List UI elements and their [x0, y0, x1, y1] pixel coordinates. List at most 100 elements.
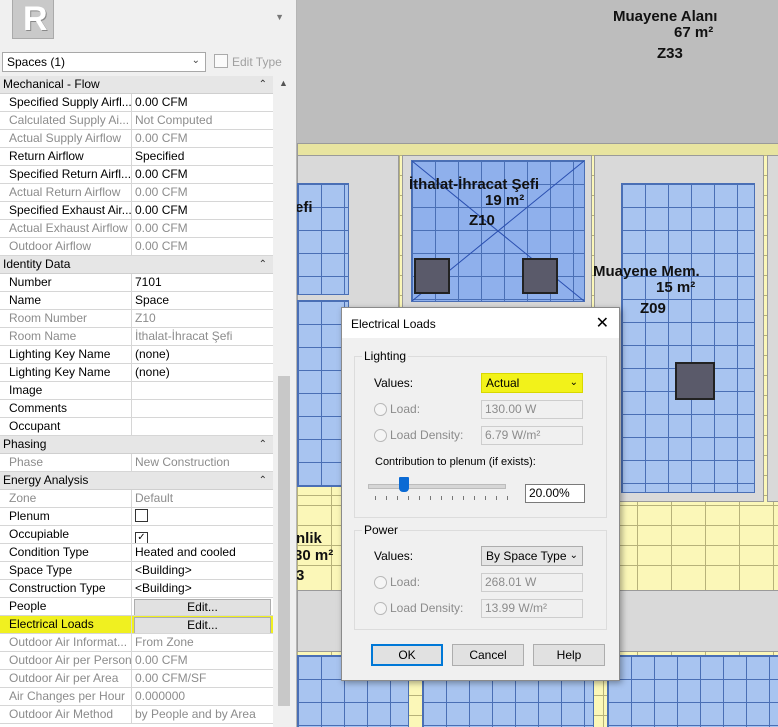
property-group-header[interactable]: Mechanical - Flow ⌃ [0, 76, 273, 94]
lighting-density-field[interactable]: 6.79 W/m² [481, 426, 583, 445]
property-name: Room Name [0, 328, 132, 345]
property-value[interactable]: (none) [131, 364, 273, 381]
property-row[interactable]: People Edit... [0, 598, 273, 616]
property-value[interactable] [131, 382, 273, 399]
wall [767, 155, 778, 502]
property-value[interactable]: (none) [131, 346, 273, 363]
power-values-dropdown[interactable]: By Space Type ⌄ [481, 546, 583, 566]
property-row[interactable]: Number 7101 [0, 274, 273, 292]
help-button[interactable]: Help [533, 644, 605, 666]
slider-tick [375, 496, 376, 500]
lighting-values-dropdown[interactable]: Actual ⌄ [481, 373, 583, 393]
type-selector-dropdown[interactable]: Spaces (1) ⌄ [2, 52, 206, 72]
light-fixture[interactable] [675, 362, 715, 400]
property-value[interactable]: Heated and cooled [131, 544, 273, 561]
property-row[interactable]: Lighting Key Name (none) [0, 346, 273, 364]
property-row[interactable]: Space Type <Building> [0, 562, 273, 580]
ok-button[interactable]: OK [371, 644, 443, 666]
cancel-button[interactable]: Cancel [452, 644, 524, 666]
property-row[interactable]: Name Space [0, 292, 273, 310]
property-row[interactable]: Condition Type Heated and cooled [0, 544, 273, 562]
lighting-density-radio[interactable] [374, 429, 387, 442]
edit-button[interactable]: Edit... [134, 617, 271, 633]
property-value[interactable]: 7101 [131, 274, 273, 291]
property-value[interactable] [131, 508, 273, 525]
property-value[interactable]: ✓ [131, 526, 273, 543]
property-value[interactable]: Edit... [131, 616, 273, 633]
scroll-up-icon[interactable]: ▲ [279, 78, 288, 88]
slider-tick [397, 496, 398, 500]
property-value[interactable]: Space [131, 292, 273, 309]
scrollbar-thumb[interactable] [278, 376, 290, 706]
property-name: Air Changes per Hour [0, 688, 132, 705]
property-row[interactable]: Comments [0, 400, 273, 418]
property-row[interactable]: Occupiable ✓ [0, 526, 273, 544]
property-row: Room Number Z10 [0, 310, 273, 328]
light-fixture[interactable] [522, 258, 558, 294]
room-bottom-3[interactable] [607, 655, 778, 727]
property-row[interactable]: Electrical Loads Edit... [0, 616, 273, 634]
contribution-field[interactable]: 20.00% [525, 484, 585, 503]
collapse-icon[interactable]: ⌃ [259, 256, 267, 273]
dialog-titlebar[interactable]: Electrical Loads ✕ [342, 308, 619, 338]
room-name-label: İthalat-İhracat Şefi [409, 176, 540, 193]
property-row[interactable]: Specified Supply Airfl... 0.00 CFM [0, 94, 273, 112]
property-value[interactable]: 0.00 CFM [131, 202, 273, 219]
property-row[interactable]: Image [0, 382, 273, 400]
room-muayene-mem[interactable] [621, 183, 755, 493]
property-value: New Construction [131, 454, 273, 471]
unchecked-checkbox[interactable] [135, 509, 148, 522]
power-density-field[interactable]: 13.99 W/m² [481, 599, 583, 618]
light-fixture[interactable] [414, 258, 450, 294]
property-value[interactable]: <Building> [131, 580, 273, 597]
property-row[interactable]: Plenum [0, 508, 273, 526]
property-value[interactable]: Specified [131, 148, 273, 165]
close-icon[interactable]: ✕ [596, 313, 609, 333]
contribution-slider-thumb[interactable] [399, 477, 410, 492]
edit-type-button[interactable]: Edit Type [214, 54, 282, 69]
power-load-label: Load: [390, 575, 421, 589]
room-name-label: Muayene Alanı [613, 8, 718, 25]
property-value[interactable]: 0.00 CFM [131, 94, 273, 111]
property-row: Air Changes per Hour 0.000000 [0, 688, 273, 706]
property-row[interactable]: Specified Exhaust Air... 0.00 CFM [0, 202, 273, 220]
property-name: Zone [0, 490, 132, 507]
property-row[interactable]: Lighting Key Name (none) [0, 364, 273, 382]
edit-button[interactable]: Edit... [134, 599, 271, 615]
property-name: Specified Supply Airfl... [0, 94, 132, 111]
property-value: 0.00 CFM [131, 238, 273, 255]
lighting-load-field[interactable]: 130.00 W [481, 400, 583, 419]
property-value[interactable]: 0.00 CFM [131, 166, 273, 183]
slider-tick [441, 496, 442, 500]
property-group-header[interactable]: Energy Analysis ⌃ [0, 472, 273, 490]
power-load-radio[interactable] [374, 576, 387, 589]
lighting-load-radio[interactable] [374, 403, 387, 416]
property-value[interactable] [131, 418, 273, 435]
properties-scrollbar[interactable]: ▲ [276, 76, 293, 727]
property-name: Condition Type [0, 544, 132, 561]
collapse-icon[interactable]: ⌃ [259, 436, 267, 453]
electrical-loads-dialog: Electrical Loads ✕ Lighting Values: Actu… [341, 307, 620, 681]
property-name: Electrical Loads [0, 616, 132, 633]
property-value[interactable]: Edit... [131, 598, 273, 615]
type-scroll-arrow-icon[interactable]: ▼ [275, 12, 284, 22]
property-row[interactable]: Occupant [0, 418, 273, 436]
property-row[interactable]: Specified Return Airfl... 0.00 CFM [0, 166, 273, 184]
collapse-icon[interactable]: ⌃ [259, 76, 267, 93]
checked-checkbox[interactable]: ✓ [135, 532, 148, 543]
property-group-header[interactable]: Identity Data ⌃ [0, 256, 273, 274]
chevron-down-icon: ⌄ [569, 550, 578, 561]
property-name: Room Number [0, 310, 132, 327]
power-density-radio[interactable] [374, 602, 387, 615]
power-load-field[interactable]: 268.01 W [481, 573, 583, 592]
property-row[interactable]: Construction Type <Building> [0, 580, 273, 598]
room-name-fragment: efi [297, 199, 313, 216]
property-value[interactable] [131, 400, 273, 417]
property-value[interactable]: <Building> [131, 562, 273, 579]
property-group-header[interactable]: Phasing ⌃ [0, 436, 273, 454]
property-value: 0.000000 [131, 688, 273, 705]
property-group-title: Phasing [3, 437, 47, 451]
collapse-icon[interactable]: ⌃ [259, 472, 267, 489]
property-row[interactable]: Return Airflow Specified [0, 148, 273, 166]
contribution-slider-track[interactable] [368, 484, 506, 489]
